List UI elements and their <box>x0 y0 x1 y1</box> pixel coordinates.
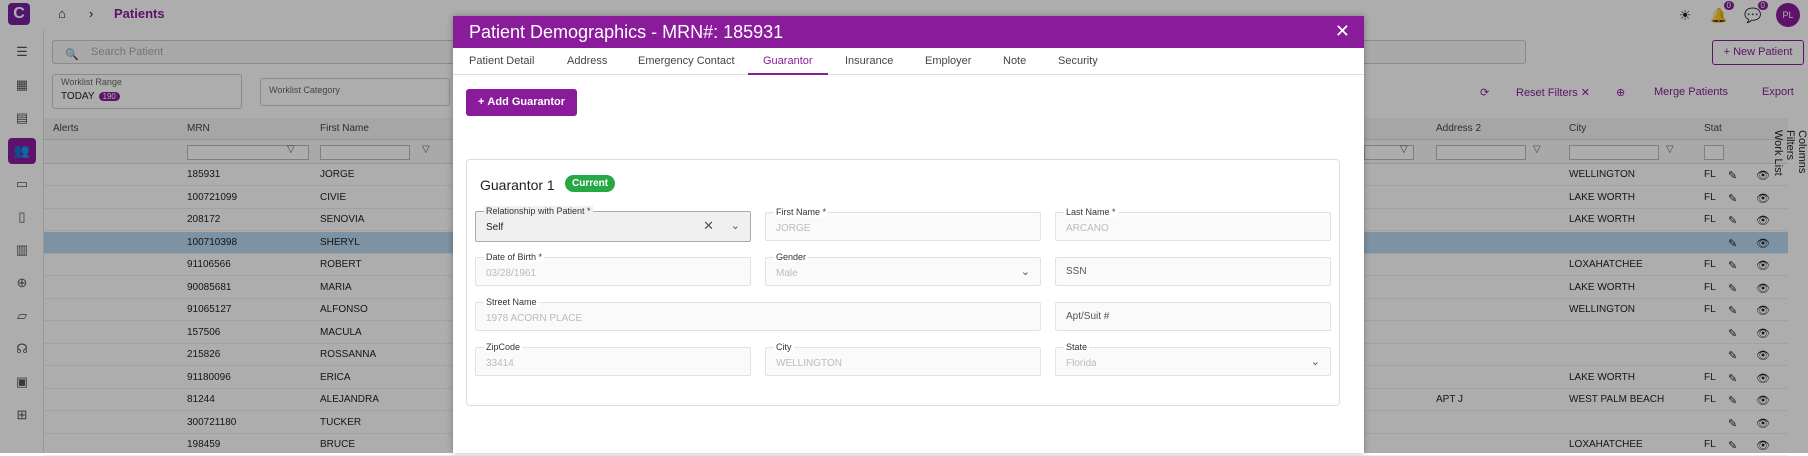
tab-address[interactable]: Address <box>567 55 607 67</box>
last-name-value: ARCANO <box>1066 223 1109 234</box>
first-name-field[interactable]: First Name * JORGE <box>765 207 1041 241</box>
first-name-label: First Name * <box>774 207 829 217</box>
dob-value: 03/28/1961 <box>486 268 537 279</box>
street-label: Street Name <box>484 297 539 307</box>
tab-emergency-contact[interactable]: Emergency Contact <box>638 55 735 67</box>
ssn-label: SSN <box>1066 266 1087 277</box>
guarantor-title: Guarantor 1 <box>480 177 555 193</box>
city-label: City <box>774 342 794 352</box>
patient-demographics-modal: Patient Demographics - MRN#: 185931 ✕ Pa… <box>453 16 1364 453</box>
gender-select[interactable]: Gender Male ⌄ <box>765 252 1041 286</box>
last-name-field[interactable]: Last Name * ARCANO <box>1055 207 1331 241</box>
zip-value: 33414 <box>486 358 514 369</box>
active-tab-indicator <box>748 73 828 75</box>
city-value: WELLINGTON <box>776 358 842 369</box>
gender-value: Male <box>776 268 798 279</box>
relationship-select[interactable]: Relationship with Patient * Self ✕ ⌄ <box>475 206 751 242</box>
chevron-down-icon[interactable]: ⌄ <box>1311 355 1320 368</box>
last-name-label: Last Name * <box>1064 207 1118 217</box>
guarantor-card: Guarantor 1 Current Relationship with Pa… <box>466 159 1340 406</box>
tab-guarantor[interactable]: Guarantor <box>763 55 813 67</box>
clear-icon[interactable]: ✕ <box>703 218 714 234</box>
gender-label: Gender <box>774 252 809 262</box>
tab-note[interactable]: Note <box>1003 55 1026 67</box>
close-icon[interactable]: ✕ <box>1335 21 1350 42</box>
street-field[interactable]: Street Name 1978 ACORN PLACE <box>475 297 1041 331</box>
relationship-label: Relationship with Patient * <box>484 206 593 216</box>
apt-field[interactable]: Apt/Suit # <box>1055 302 1331 331</box>
zip-field[interactable]: ZipCode 33414 <box>475 342 751 376</box>
state-select[interactable]: State Florida ⌄ <box>1055 342 1331 376</box>
chevron-down-icon[interactable]: ⌄ <box>731 219 740 232</box>
first-name-value: JORGE <box>776 223 811 234</box>
ssn-field[interactable]: SSN <box>1055 257 1331 286</box>
chevron-down-icon[interactable]: ⌄ <box>1021 265 1030 278</box>
tab-insurance[interactable]: Insurance <box>845 55 893 67</box>
street-value: 1978 ACORN PLACE <box>486 313 583 324</box>
add-guarantor-label: Add Guarantor <box>487 96 566 108</box>
tab-employer[interactable]: Employer <box>925 55 971 67</box>
tab-security[interactable]: Security <box>1058 55 1098 67</box>
add-guarantor-button[interactable]: + Add Guarantor <box>466 89 577 116</box>
modal-header: Patient Demographics - MRN#: 185931 ✕ <box>453 16 1364 48</box>
state-label: State <box>1064 342 1090 352</box>
modal-tabs: Patient Detail Address Emergency Contact… <box>453 48 1364 75</box>
dob-label: Date of Birth * <box>484 252 545 262</box>
modal-title: Patient Demographics - MRN#: 185931 <box>469 22 784 42</box>
state-value: Florida <box>1066 358 1097 369</box>
dob-field[interactable]: Date of Birth * 03/28/1961 <box>475 252 751 286</box>
tab-patient-detail[interactable]: Patient Detail <box>469 55 534 67</box>
relationship-value: Self <box>486 222 504 233</box>
zip-label: ZipCode <box>484 342 523 352</box>
city-field[interactable]: City WELLINGTON <box>765 342 1041 376</box>
status-badge: Current <box>565 175 616 192</box>
apt-label: Apt/Suit # <box>1066 311 1110 322</box>
